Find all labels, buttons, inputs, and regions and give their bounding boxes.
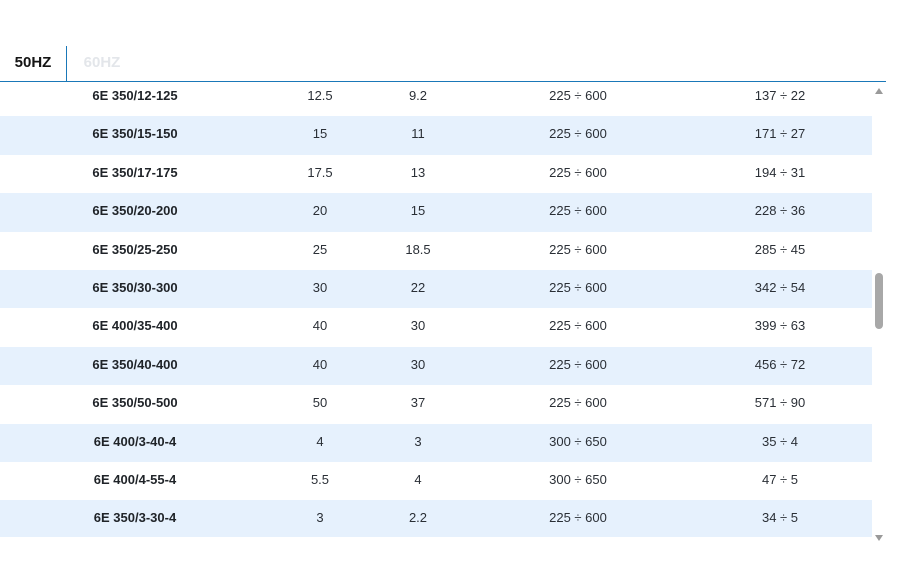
table-cell: 571 ÷ 90 bbox=[754, 395, 806, 411]
scrollbar-thumb[interactable] bbox=[875, 273, 883, 329]
table-cell: 225 ÷ 600 bbox=[549, 164, 607, 180]
table-cell: 13 bbox=[410, 164, 426, 180]
table-cell: 17.5 bbox=[307, 164, 333, 180]
table-cell: 225 ÷ 600 bbox=[549, 279, 607, 295]
model-name-cell: 6E 350/3-30-4 bbox=[93, 510, 177, 526]
table-cell: 137 ÷ 22 bbox=[754, 88, 806, 103]
table-cell: 20 bbox=[312, 203, 328, 219]
table-cell: 225 ÷ 600 bbox=[549, 395, 607, 411]
table-cell: 50 bbox=[312, 395, 328, 411]
table-cell: 456 ÷ 72 bbox=[754, 356, 806, 372]
table-cell: 342 ÷ 54 bbox=[754, 279, 806, 295]
table-cell: 399 ÷ 63 bbox=[754, 318, 806, 334]
table-cell: 228 ÷ 36 bbox=[754, 203, 806, 219]
data-table: 6E 350/12-125 12.5 9.2 225 ÷ 600 137 ÷ 22 6E … bbox=[0, 78, 872, 537]
table-cell: 3 bbox=[414, 433, 422, 449]
model-name-cell: 6E 350/15-150 bbox=[92, 126, 178, 142]
table-cell: 35 ÷ 4 bbox=[761, 433, 799, 449]
scroll-down-arrow-icon[interactable] bbox=[875, 535, 883, 541]
table-row: 6E 350/25-250 25 18.5 225 ÷ 600 285 ÷ 45 bbox=[0, 232, 872, 270]
model-name-cell: 6E 350/17-175 bbox=[92, 164, 178, 180]
table-row: 6E 350/17-175 17.5 13 225 ÷ 600 194 ÷ 31 bbox=[0, 155, 872, 193]
model-name-cell: 6E 350/50-500 bbox=[92, 395, 178, 411]
table-cell: 30 bbox=[410, 356, 426, 372]
table-cell: 225 ÷ 600 bbox=[549, 318, 607, 334]
table-cell: 5.5 bbox=[310, 471, 330, 487]
table-cell: 4 bbox=[316, 433, 324, 449]
frequency-tabs: 50HZ 60HZ bbox=[0, 46, 886, 82]
table-row: 6E 350/40-400 40 30 225 ÷ 600 456 ÷ 72 bbox=[0, 346, 872, 386]
table-cell: 40 bbox=[312, 318, 328, 334]
table-cell: 12.5 bbox=[307, 88, 333, 103]
table-cell: 15 bbox=[312, 126, 328, 142]
table-cell: 225 ÷ 600 bbox=[549, 356, 607, 372]
model-name-cell: 6E 350/25-250 bbox=[92, 241, 178, 257]
model-name-cell: 6E 350/20-200 bbox=[92, 203, 178, 219]
model-name-cell: 6E 350/12-125 bbox=[92, 88, 178, 103]
table-cell: 25 bbox=[312, 241, 328, 257]
table-cell: 30 bbox=[410, 318, 426, 334]
table-cell: 47 ÷ 5 bbox=[761, 471, 799, 487]
table-row: 6E 400/3-40-4 4 3 300 ÷ 650 35 ÷ 4 bbox=[0, 423, 872, 462]
table-row: 6E 400/4-55-4 5.5 4 300 ÷ 650 47 ÷ 5 bbox=[0, 462, 872, 500]
table-cell: 194 ÷ 31 bbox=[754, 164, 806, 180]
table-row: 6E 350/50-500 50 37 225 ÷ 600 571 ÷ 90 bbox=[0, 385, 872, 423]
table-row: 6E 350/12-125 12.5 9.2 225 ÷ 600 137 ÷ 22 bbox=[0, 78, 872, 116]
table-cell: 225 ÷ 600 bbox=[549, 241, 607, 257]
model-name-cell: 6E 400/35-400 bbox=[92, 318, 178, 334]
table-cell: 300 ÷ 650 bbox=[549, 433, 607, 449]
table-cell: 300 ÷ 650 bbox=[549, 471, 607, 487]
table-cell: 225 ÷ 600 bbox=[549, 88, 607, 103]
table-cell: 18.5 bbox=[405, 241, 431, 257]
tab-60hz[interactable]: 60HZ bbox=[67, 46, 137, 81]
table-cell: 30 bbox=[312, 279, 328, 295]
table-row: 6E 350/30-300 30 22 225 ÷ 600 342 ÷ 54 bbox=[0, 269, 872, 309]
table-cell: 40 bbox=[312, 356, 328, 372]
table-row: 6E 350/20-200 20 15 225 ÷ 600 228 ÷ 36 bbox=[0, 193, 872, 232]
table-row: 6E 350/15-150 15 11 225 ÷ 600 171 ÷ 27 bbox=[0, 116, 872, 155]
table-cell: 4 bbox=[414, 471, 422, 487]
table-cell: 285 ÷ 45 bbox=[754, 241, 806, 257]
table-cell: 225 ÷ 600 bbox=[549, 126, 607, 142]
vertical-scrollbar[interactable] bbox=[872, 82, 886, 546]
tab-50hz[interactable]: 50HZ bbox=[0, 46, 67, 81]
model-name-cell: 6E 400/4-55-4 bbox=[93, 471, 177, 487]
table-cell: 15 bbox=[410, 203, 426, 219]
model-name-cell: 6E 350/40-400 bbox=[92, 356, 178, 372]
table-cell: 225 ÷ 600 bbox=[549, 510, 607, 526]
table-cell: 11 bbox=[411, 126, 425, 142]
table-cell: 22 bbox=[410, 279, 426, 295]
table-cell: 171 ÷ 27 bbox=[754, 126, 806, 142]
table-cell: 2.2 bbox=[408, 510, 428, 526]
table-cell: 34 ÷ 5 bbox=[761, 510, 799, 526]
model-name-cell: 6E 350/30-300 bbox=[92, 279, 178, 295]
table-cell: 37 bbox=[410, 395, 426, 411]
table-cell: 9.2 bbox=[408, 88, 428, 103]
scroll-up-arrow-icon[interactable] bbox=[875, 88, 883, 94]
table-row: 6E 400/35-400 40 30 225 ÷ 600 399 ÷ 63 bbox=[0, 308, 872, 346]
table-row: 6E 350/3-30-4 3 2.2 225 ÷ 600 34 ÷ 5 bbox=[0, 500, 872, 537]
table-cell: 3 bbox=[316, 510, 324, 526]
table-cell: 225 ÷ 600 bbox=[549, 203, 607, 219]
model-name-cell: 6E 400/3-40-4 bbox=[93, 433, 177, 449]
